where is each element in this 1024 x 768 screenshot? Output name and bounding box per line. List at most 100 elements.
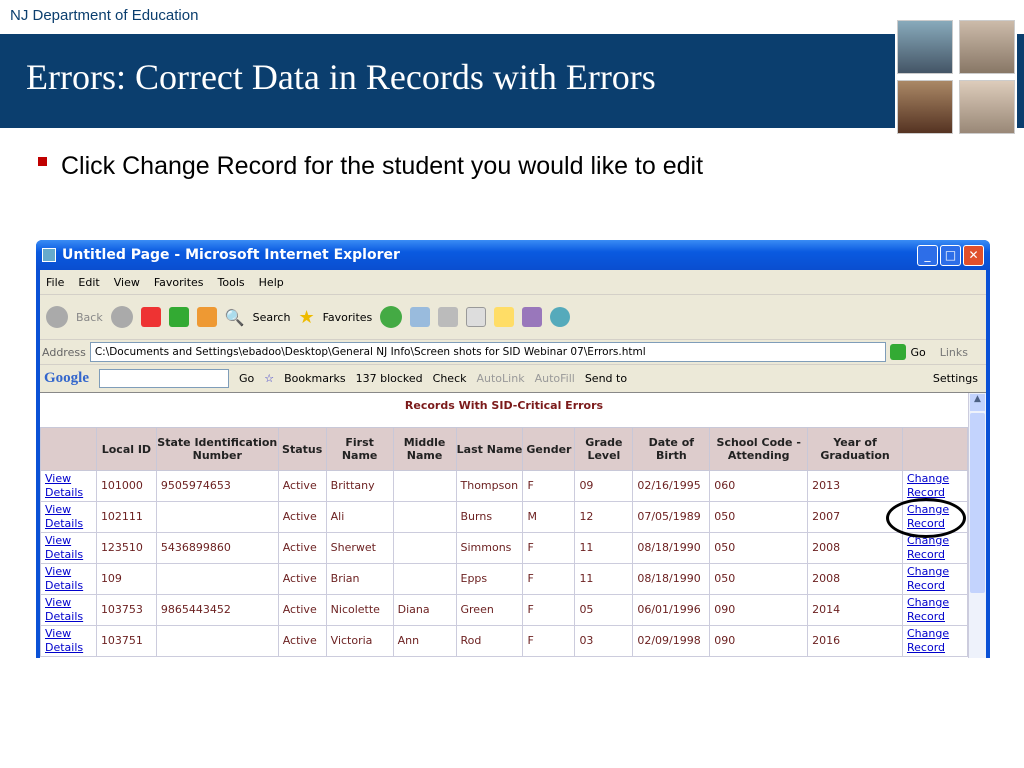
table-cell (392, 501, 457, 533)
table-cell: F (522, 563, 576, 595)
google-go-button[interactable]: Go (239, 372, 254, 385)
scroll-up-arrow[interactable]: ▲ (970, 394, 985, 411)
table-cell: 090 (709, 625, 809, 657)
back-button[interactable]: Back (76, 311, 103, 324)
change-record-link[interactable]: Change Record (907, 565, 949, 592)
google-search-input[interactable] (99, 369, 229, 388)
minimize-button[interactable]: _ (917, 245, 938, 266)
bullet-text: Click Change Record for the student you … (61, 152, 704, 180)
view-details-cell: View Details (40, 625, 97, 657)
table-cell (155, 501, 279, 533)
forward-icon[interactable] (110, 306, 133, 328)
table-row: View Details 103753 9865443452 Active Nicolet… (40, 594, 968, 626)
table-cell: Active (277, 470, 327, 502)
star-icon: ☆ (264, 372, 275, 385)
table-cell (155, 625, 279, 657)
table-row: View Details 103751 Active Victoria Ann Rod F 03… (40, 625, 968, 657)
mail-icon[interactable] (410, 307, 431, 327)
close-button[interactable]: ✕ (963, 245, 984, 266)
column-header: Grade Level (574, 427, 634, 471)
table-cell (155, 563, 279, 595)
table-cell: 2016 (807, 625, 903, 657)
go-arrow-icon[interactable] (890, 344, 907, 360)
table-cell (392, 563, 457, 595)
change-record-link[interactable]: Change Record (907, 472, 949, 499)
view-details-link[interactable]: View Details (45, 627, 83, 654)
table-cell: Brian (325, 563, 394, 595)
menu-favorites[interactable]: Favorites (154, 276, 204, 289)
table-cell: Active (277, 563, 327, 595)
note-icon[interactable] (494, 307, 515, 327)
table-cell: 103753 (95, 594, 157, 626)
stop-icon[interactable] (140, 307, 161, 327)
scrollbar[interactable]: ▲ (968, 393, 986, 658)
bookmarks-button[interactable]: Bookmarks (284, 372, 345, 385)
view-details-link[interactable]: View Details (45, 503, 83, 530)
bullet-icon (38, 157, 47, 166)
change-record-cell: Change Record (902, 470, 968, 502)
menu-help[interactable]: Help (259, 276, 284, 289)
back-icon[interactable] (46, 306, 68, 328)
table-cell: 050 (709, 532, 809, 564)
slide-title: Errors: Correct Data in Records with Err… (26, 57, 656, 97)
menu-bar: File Edit View Favorites Tools Help (40, 270, 986, 295)
table-cell (392, 470, 457, 502)
links-button[interactable]: Links (940, 346, 968, 359)
change-record-cell: Change Record (902, 563, 968, 595)
autolink-button[interactable]: AutoLink (477, 372, 525, 385)
history-icon[interactable] (380, 306, 403, 328)
address-input[interactable]: C:\Documents and Settings\ebadoo\Desktop… (89, 342, 887, 362)
change-record-link[interactable]: Change Record (907, 627, 949, 654)
view-details-link[interactable]: View Details (45, 472, 83, 499)
check-button[interactable]: Check (433, 372, 467, 385)
view-details-link[interactable]: View Details (45, 596, 83, 623)
menu-tools[interactable]: Tools (218, 276, 245, 289)
search-button[interactable]: Search (253, 311, 291, 324)
table-cell: 060 (709, 470, 809, 502)
column-header: State Identification Number (155, 427, 279, 471)
table-cell: 2013 (807, 470, 903, 502)
table-cell: 123510 (95, 532, 157, 564)
column-header: Local ID (95, 427, 157, 471)
menu-edit[interactable]: Edit (78, 276, 99, 289)
messenger-icon[interactable] (550, 307, 571, 327)
popup-blocked-button[interactable]: 137 blocked (356, 372, 423, 385)
scrollbar-thumb[interactable] (970, 413, 985, 593)
maximize-button[interactable]: □ (940, 245, 961, 266)
table-cell: Active (277, 625, 327, 657)
menu-file[interactable]: File (46, 276, 64, 289)
autofill-button[interactable]: AutoFill (535, 372, 575, 385)
view-details-cell: View Details (40, 501, 97, 533)
change-record-cell: Change Record (902, 625, 968, 657)
table-cell: 050 (709, 563, 809, 595)
table-cell: F (522, 594, 576, 626)
view-details-link[interactable]: View Details (45, 565, 83, 592)
home-icon[interactable] (196, 307, 217, 327)
refresh-icon[interactable] (168, 307, 189, 327)
table-cell: 08/18/1990 (632, 563, 711, 595)
table-cell: 02/09/1998 (632, 625, 711, 657)
view-details-link[interactable]: View Details (45, 534, 83, 561)
settings-button[interactable]: Settings (933, 372, 978, 385)
change-record-link[interactable]: Change Record (907, 596, 949, 623)
print-icon[interactable] (438, 307, 459, 327)
table-cell: 05 (574, 594, 634, 626)
table-cell: 03 (574, 625, 634, 657)
table-cell: 02/16/1995 (632, 470, 711, 502)
table-cell: 2008 (807, 532, 903, 564)
table-row: View Details 102111 Active Ali Burns M 12 07/05/… (40, 501, 968, 533)
word-icon[interactable] (466, 307, 487, 327)
column-header: Gender (522, 427, 576, 471)
table-cell: 103751 (95, 625, 157, 657)
table-cell: 101000 (95, 470, 157, 502)
change-record-link[interactable]: Change Record (907, 534, 949, 561)
table-row: View Details 109 Active Brian Epps F 11 08/18/19… (40, 563, 968, 595)
go-button[interactable]: Go (910, 346, 925, 359)
favorites-button[interactable]: Favorites (323, 311, 373, 324)
highlight-circle (886, 498, 966, 538)
send-to-button[interactable]: Send to (585, 372, 627, 385)
research-icon[interactable] (522, 307, 543, 327)
table-cell: 9505974653 (155, 470, 279, 502)
menu-view[interactable]: View (114, 276, 140, 289)
table-cell: Sherwet (325, 532, 394, 564)
